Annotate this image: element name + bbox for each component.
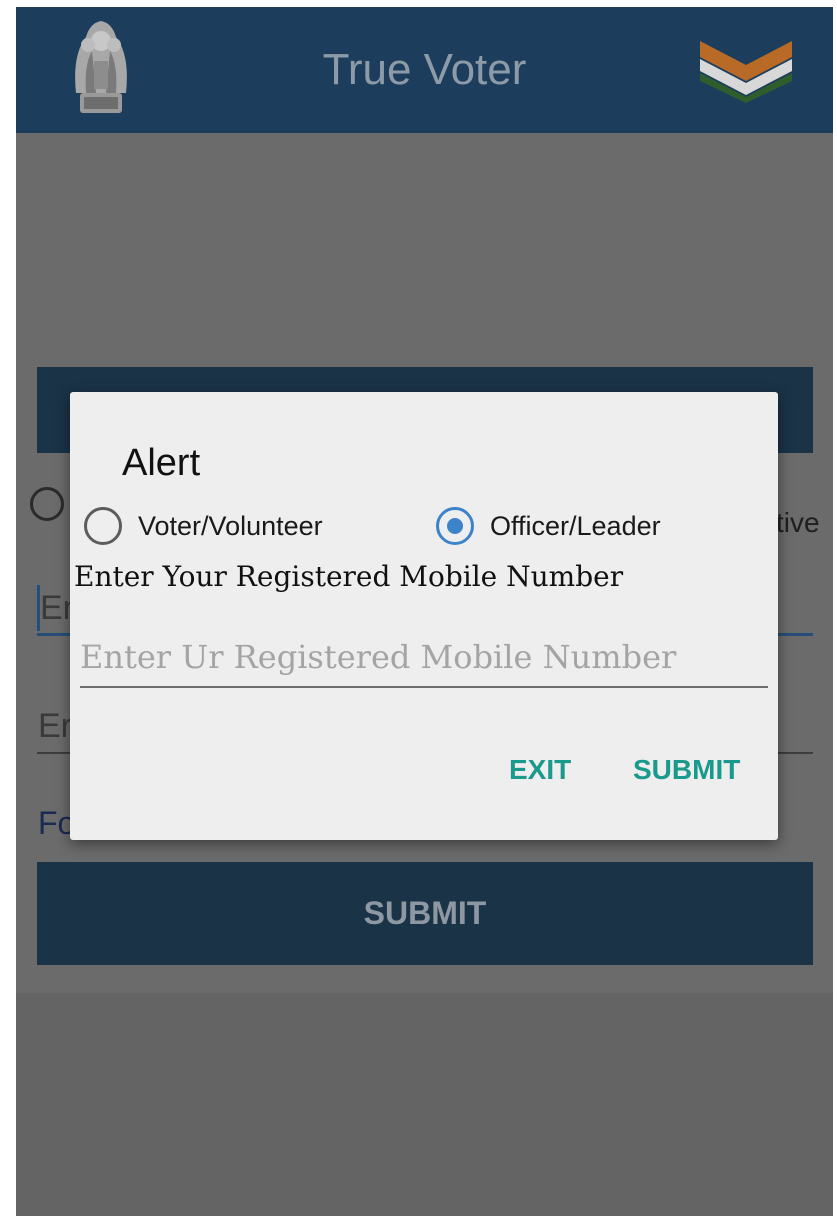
submit-button[interactable]: SUBMIT xyxy=(633,754,740,786)
alert-dialog: Alert Voter/Volunteer Officer/Leader Ent… xyxy=(70,392,778,840)
radio-selected-icon[interactable] xyxy=(436,507,474,545)
tricolor-chevron-icon xyxy=(700,41,792,103)
background-radio-button[interactable] xyxy=(30,487,64,521)
radio-officer-leader[interactable]: Officer/Leader xyxy=(436,506,661,546)
background-submit-button[interactable]: SUBMIT xyxy=(37,862,813,965)
background-input-2[interactable]: Er xyxy=(38,707,72,746)
radio-voter-volunteer-label: Voter/Volunteer xyxy=(138,510,323,541)
mobile-number-input[interactable] xyxy=(80,628,768,688)
exit-button[interactable]: EXIT xyxy=(509,754,571,786)
app-bar: True Voter xyxy=(16,7,833,133)
dialog-title: Alert xyxy=(122,442,201,484)
radio-voter-volunteer[interactable]: Voter/Volunteer xyxy=(84,506,323,546)
app-screen: True Voter tive Er Er Fo SUBMIT Alert Vo… xyxy=(16,7,833,1216)
radio-officer-leader-label: Officer/Leader xyxy=(490,510,661,541)
mobile-number-label: Enter Your Registered Mobile Number xyxy=(74,560,624,593)
radio-unselected-icon[interactable] xyxy=(84,507,122,545)
background-radio-label: tive xyxy=(776,507,820,538)
background-input-1[interactable]: Er xyxy=(40,589,74,628)
